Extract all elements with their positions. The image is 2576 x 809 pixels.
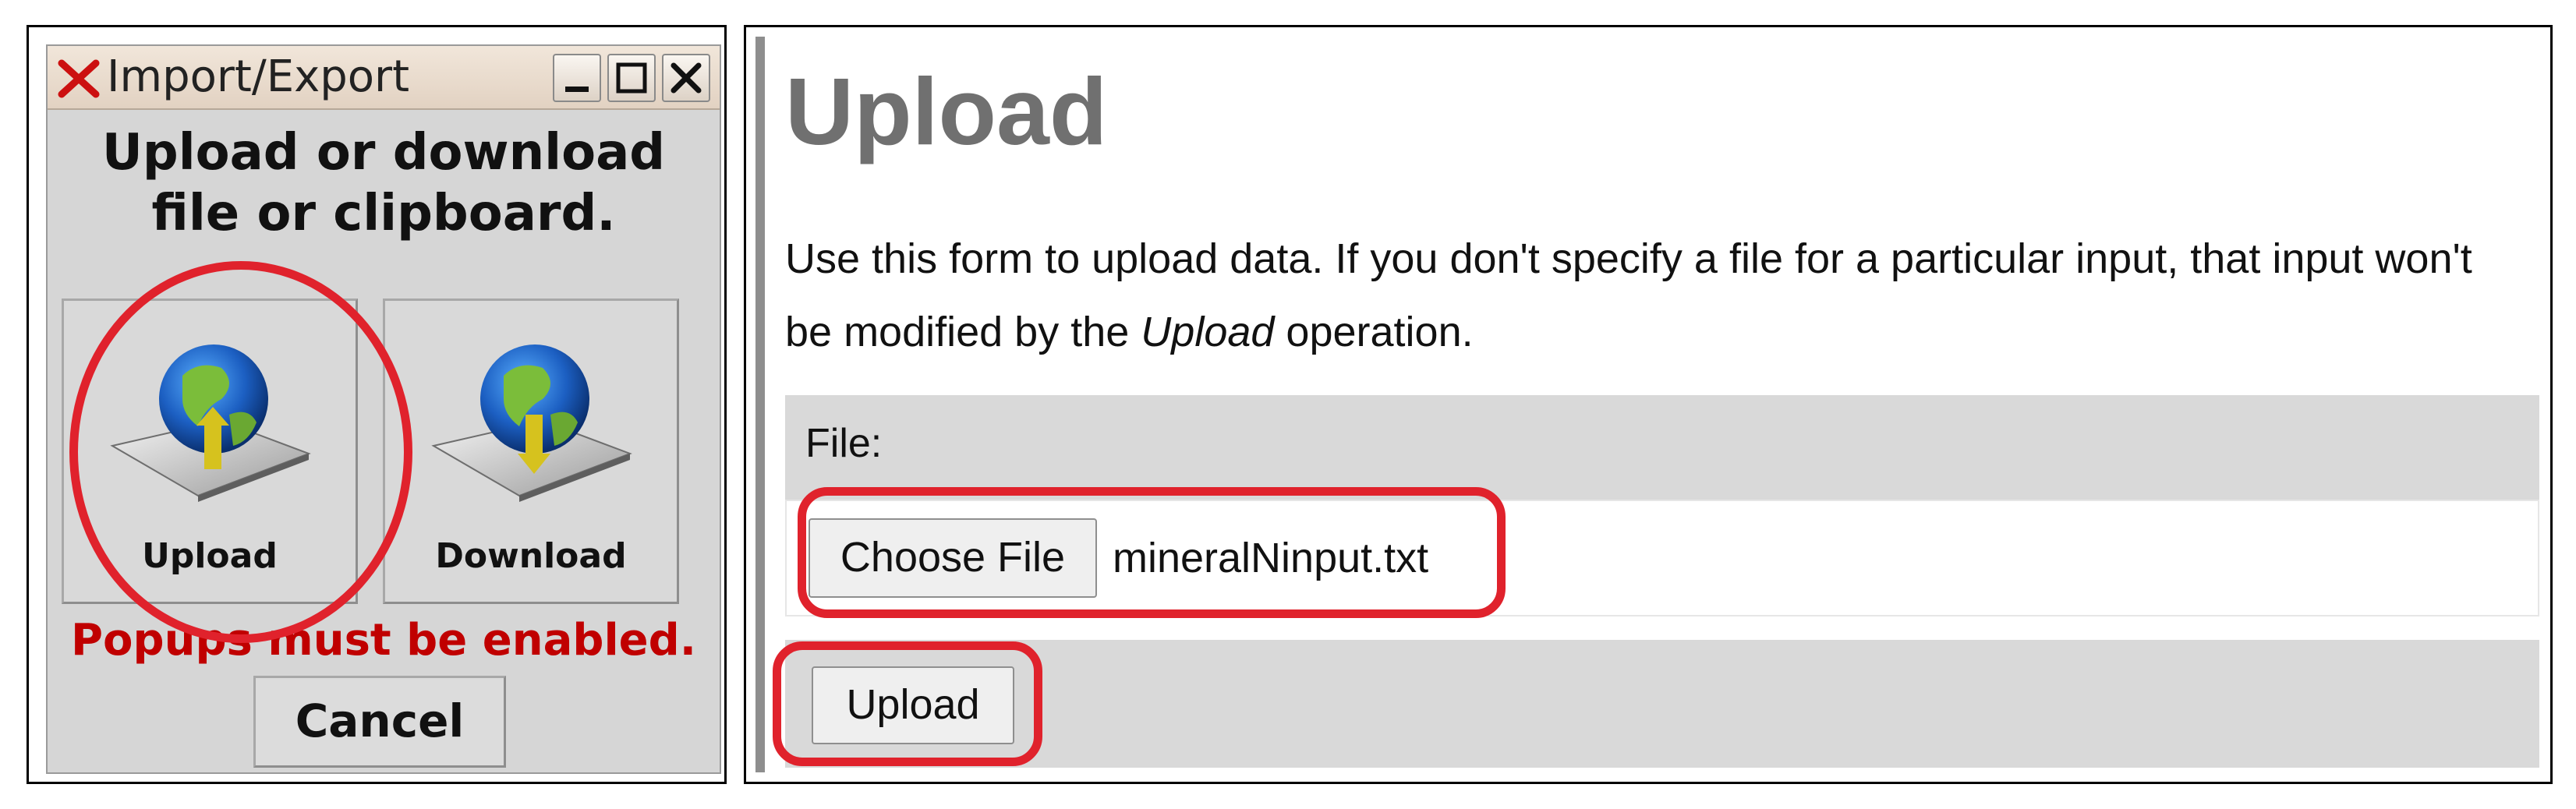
- choose-file-button[interactable]: Choose File: [809, 518, 1097, 598]
- cancel-button[interactable]: Cancel: [253, 676, 506, 768]
- upload-form-panel: Upload Use this form to upload data. If …: [744, 25, 2553, 784]
- description-emphasis: Upload: [1141, 309, 1275, 355]
- file-label-row: File:: [785, 395, 2539, 500]
- dialog-heading: Upload or download file or clipboard.: [48, 122, 720, 244]
- minimize-button[interactable]: [553, 54, 601, 102]
- close-icon: [671, 62, 702, 94]
- close-button[interactable]: [662, 54, 710, 102]
- page-title: Upload: [785, 58, 1108, 164]
- x-app-icon: [58, 59, 100, 98]
- dialog-heading-line-2: file or clipboard.: [151, 185, 616, 242]
- download-tile-button[interactable]: Download: [383, 299, 679, 604]
- description-text-2: operation.: [1274, 309, 1474, 355]
- globe-upload-icon: [110, 344, 311, 502]
- dialog-title: Import/Export: [107, 51, 410, 102]
- maximize-button[interactable]: [607, 54, 656, 102]
- dialog-titlebar[interactable]: Import/Export: [48, 46, 720, 110]
- form-description: Use this form to upload data. If you don…: [785, 222, 2516, 369]
- description-text-1: Use this form to upload data. If you don…: [785, 235, 2472, 355]
- file-input-row: Choose File mineralNinput.txt: [785, 500, 2539, 616]
- globe-download-icon: [431, 344, 632, 502]
- import-export-dialog: Import/Export Upload or download file or…: [46, 44, 721, 774]
- maximize-icon: [616, 62, 647, 94]
- minimize-icon: [565, 87, 589, 92]
- upload-tile-label: Upload: [142, 536, 278, 576]
- import-export-panel: Import/Export Upload or download file or…: [27, 25, 727, 784]
- download-tile-label: Download: [435, 536, 627, 576]
- accent-bar: [755, 37, 765, 772]
- popup-warning: Popups must be enabled.: [70, 615, 697, 666]
- dialog-heading-line-1: Upload or download: [101, 124, 666, 182]
- file-label: File:: [805, 421, 883, 466]
- upload-tile-button[interactable]: Upload: [62, 299, 358, 604]
- submit-row: Upload: [785, 640, 2539, 768]
- upload-submit-button[interactable]: Upload: [812, 666, 1014, 744]
- selected-file-name: mineralNinput.txt: [1113, 535, 1429, 581]
